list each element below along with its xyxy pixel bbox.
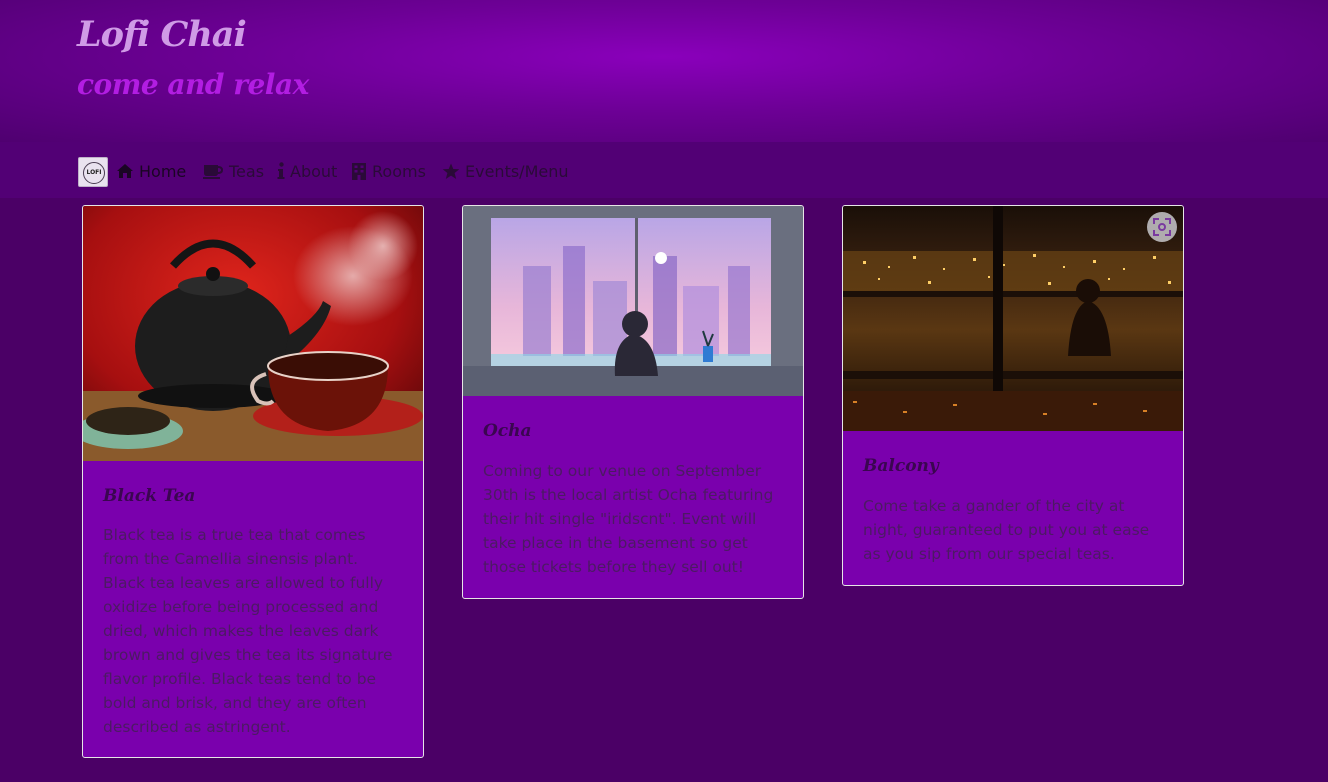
nav-item-teas-label: Teas — [229, 161, 265, 181]
home-icon — [117, 164, 133, 178]
logo-text: LOFI — [83, 162, 105, 184]
star-icon — [442, 163, 460, 179]
nav-item-rooms-label: Rooms — [372, 161, 426, 181]
nav-item-about-label: About — [290, 161, 338, 181]
card-black-tea: Black Tea Black tea is a true tea that c… — [82, 205, 424, 758]
card-title: Balcony — [863, 456, 939, 476]
scan-glyph — [1153, 218, 1171, 236]
nav-item-home-label: Home — [139, 161, 187, 181]
site-header: Lofi Chai come and relax — [0, 0, 1328, 142]
card-text: Coming to our venue on September 30th is… — [483, 462, 774, 576]
nav-item-about[interactable]: About — [277, 160, 337, 182]
card-ocha: Ocha Coming to our venue on September 30… — [462, 205, 804, 599]
building-icon — [352, 162, 366, 180]
logo[interactable]: LOFI — [78, 157, 108, 187]
navbar — [0, 142, 1328, 198]
nav-item-home[interactable]: Home — [116, 160, 186, 182]
info-icon — [277, 162, 285, 179]
nav-item-events-menu-label: Events/Menu — [465, 161, 569, 181]
nav-item-events-menu[interactable]: Events/Menu — [442, 160, 569, 182]
card-title: Black Tea — [103, 486, 196, 506]
card-title: Ocha — [483, 421, 532, 441]
card-balcony: Balcony Come take a gander of the city a… — [842, 205, 1184, 586]
teapot-and-cup-photo — [83, 206, 423, 461]
card-text: Black tea is a true tea that comes from … — [103, 526, 393, 736]
card-text: Come take a gander of the city at night,… — [863, 497, 1150, 563]
site-subtitle: come and relax — [77, 68, 309, 101]
nav-item-rooms[interactable]: Rooms — [351, 160, 426, 182]
coffee-cup-icon — [203, 165, 224, 179]
lofi-girl-window-city-illustration — [463, 206, 803, 396]
site-title: Lofi Chai — [77, 14, 247, 55]
scan-icon[interactable] — [1147, 212, 1177, 242]
nav-item-teas[interactable]: Teas — [202, 160, 264, 182]
night-city-balcony-photo — [843, 206, 1183, 431]
